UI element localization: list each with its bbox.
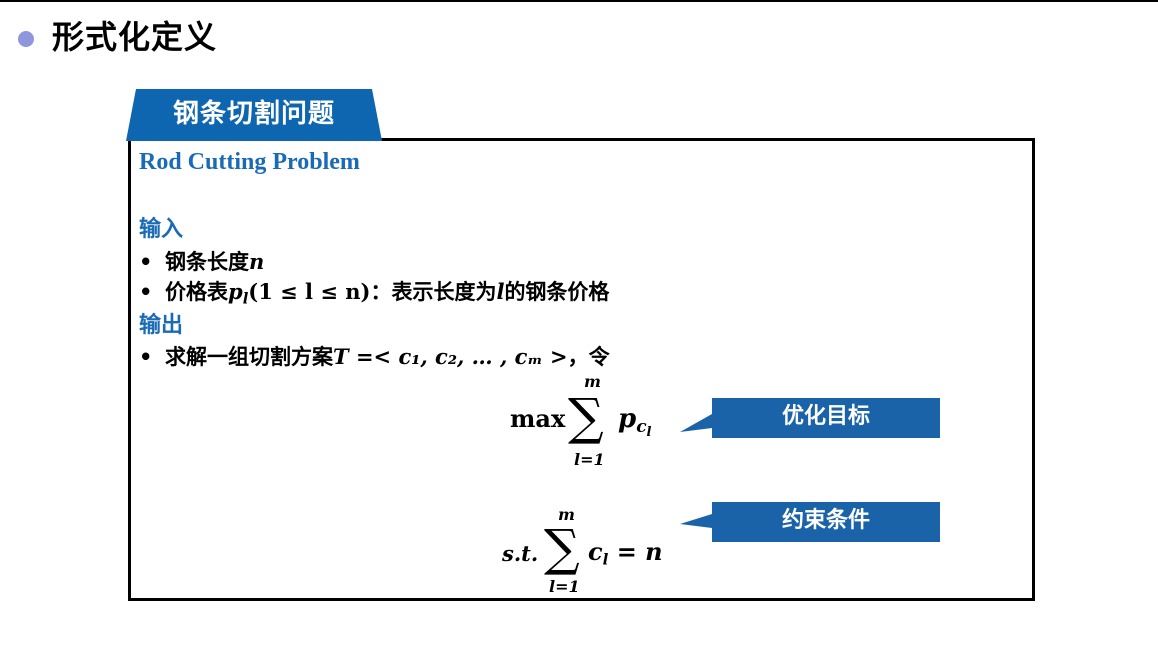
slide-title: 形式化定义 [52,18,218,56]
objective-callout-label: 优化目标 [781,404,870,429]
item-text-before: 价格表 [165,280,228,304]
bullet-icon: • [139,280,153,304]
sigma-icon: ∑ [568,388,604,446]
output-heading: 输出 [139,313,184,338]
constraint-callout: 约束条件 [680,502,942,544]
item-text-after-2: 的钢条价格 [504,280,610,304]
title-bullet-icon [18,31,34,47]
bullet-icon: • [139,250,153,274]
math-range: (1 ≤ l ≤ n) [248,279,371,304]
math-n: n [249,249,265,274]
input-heading: 输入 [139,217,184,242]
english-title: Rod Cutting Problem [139,149,360,175]
item-text-after-1: ：表示长度为 [370,280,497,304]
output-math: T =< c₁, c₂, … , cₘ > [333,344,568,369]
constraint-prefix: s.t. [502,541,539,566]
constraint-term: cl = n [588,537,663,569]
input-item-price-table: • 价格表pl(1 ≤ l ≤ n)：表示长度为l的钢条价格 [139,276,609,307]
objective-callout: 优化目标 [680,398,942,440]
input-item-rod-length: • 钢条长度n [139,246,264,276]
objective-formula: max m ∑ l=1 pcl [510,372,680,472]
objective-term: pcl [618,404,652,440]
item-text: 钢条长度 [165,250,249,274]
constraint-lower: l=1 [549,577,580,596]
top-rule [0,0,1158,2]
constraint-callout-label: 约束条件 [781,508,870,533]
output-item: • 求解一组切割方案T =< c₁, c₂, … , cₘ >，令 [139,341,610,371]
section-tab: 钢条切割问题 [126,89,382,141]
objective-lower: l=1 [574,450,605,469]
math-p: p [228,279,243,304]
tab-label: 钢条切割问题 [172,99,335,129]
bullet-icon: • [139,345,153,369]
constraint-formula: s.t. m ∑ l=1 cl = n [502,505,672,600]
output-text-after: ，令 [567,345,610,369]
objective-op: max [510,404,566,433]
output-text: 求解一组切割方案 [165,345,333,369]
sigma-icon: ∑ [544,519,580,577]
